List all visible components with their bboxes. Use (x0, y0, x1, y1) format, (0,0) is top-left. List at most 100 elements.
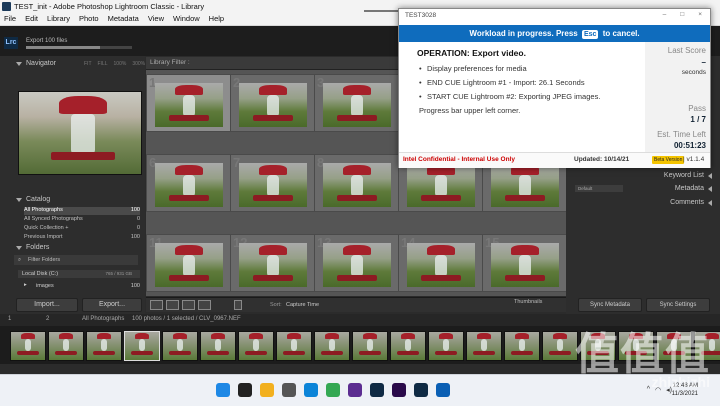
premiere-icon[interactable] (392, 383, 406, 397)
grid-cell[interactable]: 13 (314, 234, 400, 292)
sort-dropdown[interactable]: Capture Time (286, 302, 319, 308)
grid-cell[interactable]: 12 (230, 234, 316, 292)
mail-icon[interactable] (436, 383, 450, 397)
metadata-header[interactable]: Metadata (675, 185, 704, 192)
survey-view-icon[interactable] (198, 300, 211, 310)
task-view-icon[interactable] (282, 383, 296, 397)
menu-help[interactable]: Help (209, 14, 224, 23)
grid-cell[interactable]: 6 (146, 154, 232, 212)
photo-thumbnail[interactable] (491, 163, 559, 207)
filmstrip-thumbnail[interactable] (314, 331, 350, 361)
photo-thumbnail[interactable] (323, 83, 391, 127)
photo-thumbnail[interactable] (407, 163, 475, 207)
navigator-collapse-icon[interactable] (16, 62, 22, 66)
filmstrip-thumbnail[interactable] (48, 331, 84, 361)
filmstrip-thumbnail[interactable] (466, 331, 502, 361)
filmstrip-page-2[interactable]: 2 (46, 316, 49, 322)
photo-thumbnail[interactable] (239, 83, 307, 127)
close-icon[interactable]: × (698, 11, 702, 18)
photo-thumbnail[interactable] (155, 243, 223, 287)
photo-thumbnail[interactable] (239, 243, 307, 287)
filmstrip-thumbnail[interactable] (238, 331, 274, 361)
photo-thumbnail[interactable] (323, 243, 391, 287)
grid-cell[interactable]: 15 (482, 234, 566, 292)
comments-expand-icon[interactable] (708, 200, 712, 206)
menu-edit[interactable]: Edit (25, 14, 38, 23)
lightroom-icon[interactable] (370, 383, 384, 397)
filmstrip-page-1[interactable]: 1 (8, 316, 11, 322)
photo-thumbnail[interactable] (491, 243, 559, 287)
filmstrip-thumbnail[interactable] (10, 331, 46, 361)
metadata-expand-icon[interactable] (708, 186, 712, 192)
zoom-option-3[interactable]: 300% (132, 61, 145, 67)
windows-icon[interactable] (216, 383, 230, 397)
navigator-preview-image[interactable] (18, 91, 142, 175)
compare-view-icon[interactable] (182, 300, 195, 310)
catalog-header[interactable]: Catalog (26, 196, 50, 203)
comments-header[interactable]: Comments (670, 199, 704, 206)
grid-cell[interactable]: 14 (398, 234, 484, 292)
photoshop-icon[interactable] (414, 383, 428, 397)
menu-window[interactable]: Window (173, 14, 200, 23)
photo-thumbnail[interactable] (239, 163, 307, 207)
filmstrip-thumbnail[interactable] (542, 331, 578, 361)
menu-view[interactable]: View (148, 14, 164, 23)
zoom-option-2[interactable]: 100% (114, 61, 127, 67)
sync-metadata-button[interactable]: Sync Metadata (578, 298, 642, 312)
grid-cell[interactable]: 2 (230, 74, 316, 132)
grid-view-icon[interactable] (150, 300, 163, 310)
photo-thumbnail[interactable] (155, 83, 223, 127)
navigator-header[interactable]: Navigator (26, 60, 56, 67)
catalog-item-previous-import[interactable]: Previous Import 100 (24, 234, 140, 242)
export-button[interactable]: Export... (82, 298, 142, 312)
photo-thumbnail[interactable] (407, 243, 475, 287)
filmstrip-thumbnail[interactable] (124, 331, 160, 361)
catalog-item-quick-collection[interactable]: Quick Collection +0 (24, 225, 140, 233)
metadata-preset-select[interactable]: Default (575, 185, 623, 192)
filmstrip-thumbnail[interactable] (390, 331, 426, 361)
filmstrip-thumbnail[interactable] (162, 331, 198, 361)
keyword-list-expand-icon[interactable] (708, 173, 712, 179)
filmstrip-thumbnail[interactable] (86, 331, 122, 361)
loupe-view-icon[interactable] (166, 300, 179, 310)
menu-photo[interactable]: Photo (79, 14, 99, 23)
store-icon[interactable] (348, 383, 362, 397)
catalog-item-all-photographs[interactable]: All Photographs 100 (24, 207, 140, 215)
maximize-icon[interactable]: □ (680, 11, 684, 18)
photo-thumbnail[interactable] (155, 163, 223, 207)
import-button[interactable]: Import... (16, 298, 78, 312)
menu-library[interactable]: Library (47, 14, 70, 23)
filmstrip-thumbnail[interactable] (504, 331, 540, 361)
volume-local-disk[interactable]: Local Disk (C:) 765 / 931 GB (18, 270, 140, 278)
grid-cell[interactable]: 3 (314, 74, 400, 132)
chevron-up-icon[interactable]: ^ (647, 386, 650, 394)
folder-images[interactable]: ▸ images 100 (24, 282, 140, 290)
sync-settings-button[interactable]: Sync Settings (646, 298, 710, 312)
chrome-icon[interactable] (326, 383, 340, 397)
edge-icon[interactable] (304, 383, 318, 397)
grid-cell[interactable]: 7 (230, 154, 316, 212)
filter-folders-input[interactable]: ⌕ Filter Folders (14, 255, 138, 265)
grid-cell[interactable]: 11 (146, 234, 232, 292)
menu-file[interactable]: File (4, 14, 16, 23)
painter-icon[interactable] (234, 300, 242, 310)
filmstrip-thumbnail[interactable] (428, 331, 464, 361)
grid-cell[interactable]: 1 (146, 74, 232, 132)
filmstrip-thumbnail[interactable] (276, 331, 312, 361)
filmstrip-thumbnail[interactable] (200, 331, 236, 361)
folders-header[interactable]: Folders (26, 244, 49, 251)
zoom-option-0[interactable]: FIT (84, 61, 92, 67)
photo-thumbnail[interactable] (323, 163, 391, 207)
filmstrip-thumbnail[interactable] (352, 331, 388, 361)
keyword-list-header[interactable]: Keyword List (664, 172, 704, 179)
search-icon[interactable] (238, 383, 252, 397)
filmstrip-source[interactable]: All Photographs (82, 316, 124, 322)
menu-metadata[interactable]: Metadata (108, 14, 139, 23)
minimize-icon[interactable]: – (663, 11, 667, 18)
folders-collapse-icon[interactable] (16, 246, 22, 250)
catalog-collapse-icon[interactable] (16, 198, 22, 202)
catalog-item-synced[interactable]: All Synced Photographs 0 (24, 216, 140, 224)
zoom-option-1[interactable]: FILL (98, 61, 108, 67)
file-explorer-icon[interactable] (260, 383, 274, 397)
grid-cell[interactable]: 8 (314, 154, 400, 212)
